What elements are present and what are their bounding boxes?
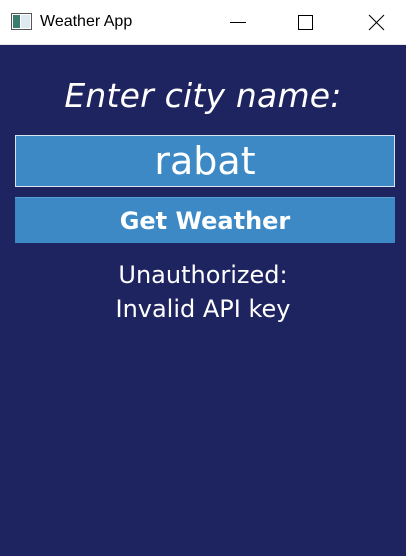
get-weather-button[interactable]: Get Weather	[15, 197, 395, 243]
city-prompt-label: Enter city name:	[64, 76, 342, 115]
maximize-icon	[298, 15, 313, 30]
minimize-button[interactable]	[210, 0, 266, 45]
maximize-button[interactable]	[278, 0, 334, 45]
window-title: Weather App	[40, 13, 133, 30]
status-line: Invalid API key	[115, 295, 291, 323]
close-icon	[368, 14, 385, 31]
app-window-icon	[11, 13, 32, 30]
status-message: Unauthorized: Invalid API key	[0, 258, 406, 326]
title-bar[interactable]: Weather App	[0, 0, 406, 45]
city-input[interactable]	[15, 135, 395, 187]
weather-app-window: Weather App Enter city name: Get Weather…	[0, 0, 406, 556]
close-button[interactable]	[348, 0, 404, 45]
status-line: Unauthorized:	[118, 261, 288, 289]
minimize-icon	[230, 22, 246, 23]
